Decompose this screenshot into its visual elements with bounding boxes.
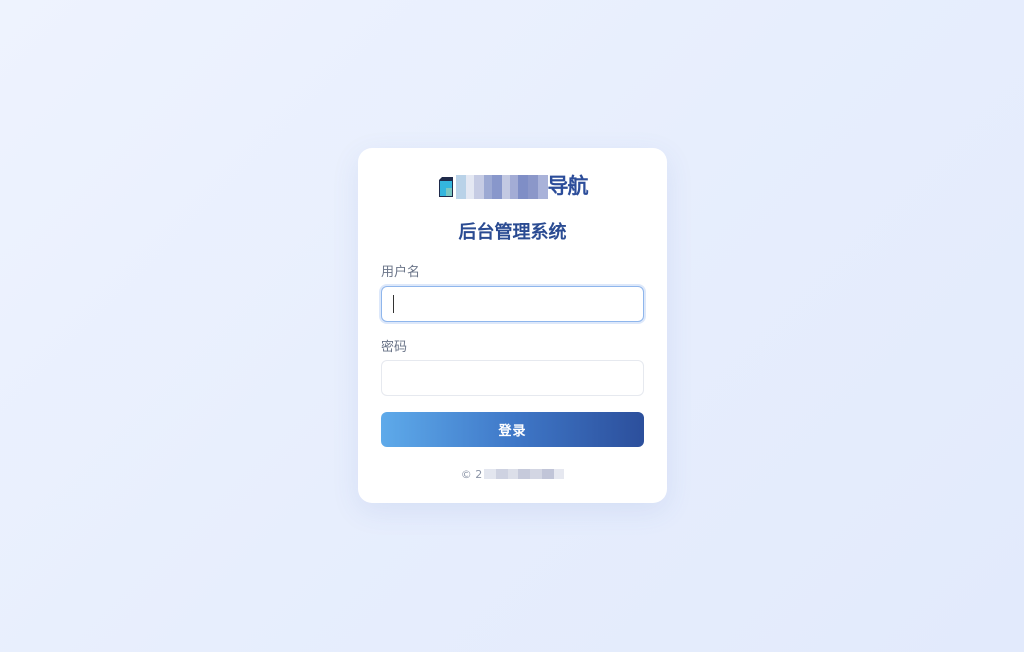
username-label: 用户名 <box>381 265 421 280</box>
login-card: 导航 后台管理系统 用户名 密码 登录 © 2 <box>358 148 667 503</box>
password-input[interactable] <box>381 360 644 396</box>
username-input[interactable] <box>381 286 644 322</box>
site-logo: 导航 <box>358 174 667 200</box>
copyright-prefix: © 2 <box>460 467 483 481</box>
redacted-logo-text <box>455 175 548 199</box>
text-caret <box>393 295 394 313</box>
logo-text-suffix: 导航 <box>547 175 589 198</box>
copyright-footer: © 2 <box>358 467 667 481</box>
password-label: 密码 <box>381 340 408 355</box>
redacted-copyright-text <box>484 469 565 479</box>
page-title: 后台管理系统 <box>458 222 567 243</box>
site-logo-icon <box>438 176 454 198</box>
login-button[interactable]: 登录 <box>381 412 644 447</box>
